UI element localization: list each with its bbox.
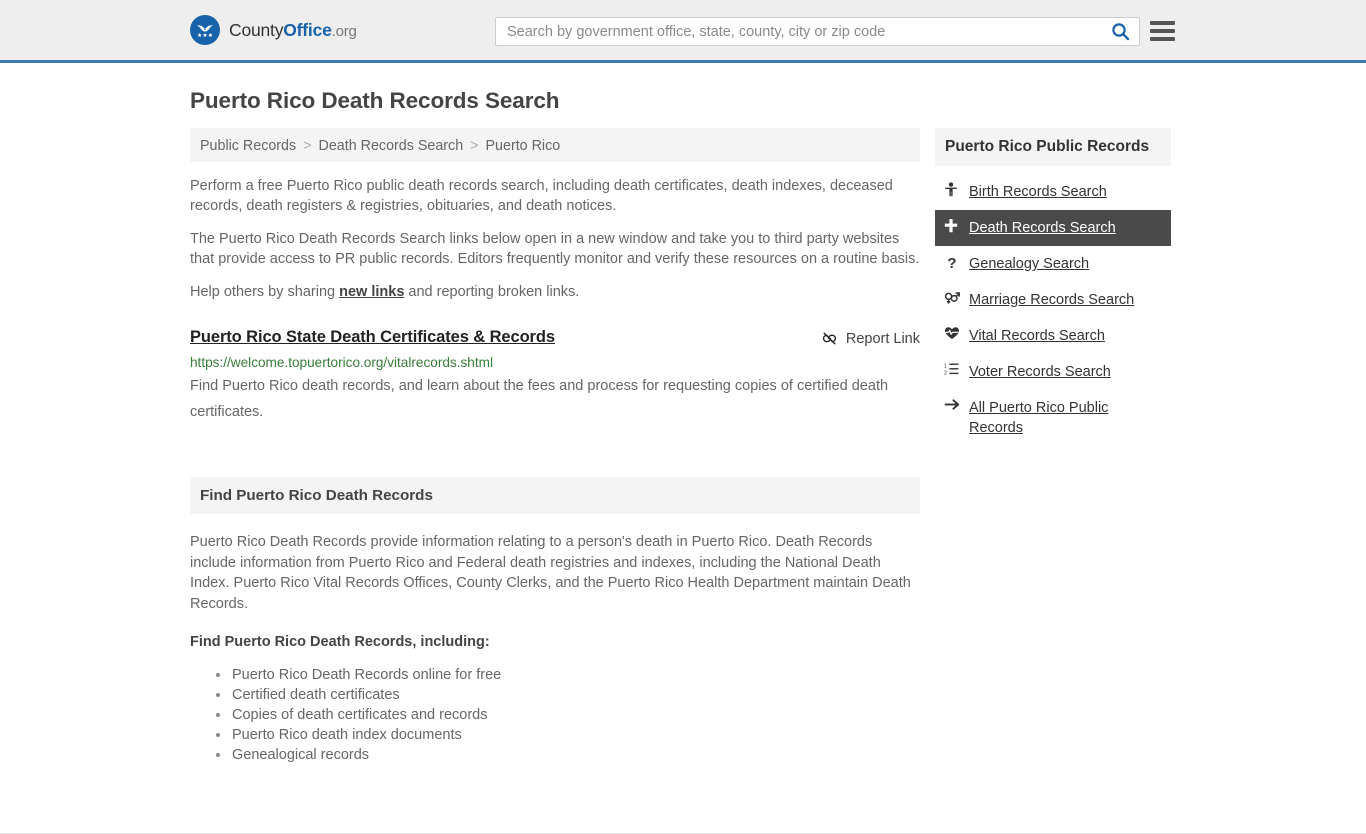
hamburger-menu-button[interactable]	[1150, 19, 1175, 43]
sidebar-item-label: Birth Records Search	[969, 184, 1107, 200]
content-columns: Public Records > Death Records Search > …	[190, 128, 1176, 765]
brand-wordmark: CountyOffice.org	[229, 20, 357, 41]
result-title-link[interactable]: Puerto Rico State Death Certificates & R…	[190, 328, 555, 347]
section-list-heading: Find Puerto Rico Death Records, includin…	[190, 634, 490, 650]
brand-part-office: Office	[283, 19, 332, 40]
baby-icon	[944, 182, 960, 197]
sidebar-item-birth-records-search[interactable]: Birth Records Search	[935, 174, 1171, 210]
hamburger-bar-2	[1150, 29, 1175, 33]
search-icon	[1111, 22, 1130, 41]
sidebar-item-label: Voter Records Search	[969, 364, 1111, 380]
intro-p3-after: and reporting broken links.	[404, 284, 580, 300]
sidebar-item-label: Death Records Search	[969, 220, 1116, 236]
result-header-row: Puerto Rico State Death Certificates & R…	[190, 328, 920, 347]
list-item: Puerto Rico death index documents	[214, 725, 920, 745]
sidebar-item-label: Marriage Records Search	[969, 292, 1135, 308]
question-mark-icon: ?	[947, 255, 957, 272]
hamburger-bar-1	[1150, 21, 1175, 25]
cross-plus-icon	[944, 218, 960, 233]
broken-link-icon	[821, 330, 838, 347]
sidebar-heading: Puerto Rico Public Records	[935, 128, 1171, 166]
sidebar-item-genealogy-search[interactable]: ? Genealogy Search	[935, 246, 1171, 282]
report-link-label: Report Link	[845, 330, 920, 347]
sidebar-item-death-records-search[interactable]: Death Records Search	[935, 210, 1171, 246]
records-list: Puerto Rico Death Records online for fre…	[190, 665, 920, 765]
intro-paragraph-2: The Puerto Rico Death Records Search lin…	[190, 231, 920, 267]
hamburger-bar-3	[1150, 37, 1175, 41]
section-body: Puerto Rico Death Records provide inform…	[190, 532, 920, 765]
result-description: Find Puerto Rico death records, and lear…	[190, 378, 889, 420]
new-links-link[interactable]: new links	[339, 284, 404, 300]
intro-p3-before: Help others by sharing	[190, 284, 340, 300]
arrow-right-icon	[944, 398, 960, 411]
sidebar-item-label: All Puerto Rico Public Records	[969, 400, 1109, 436]
sidebar-item-all-puerto-rico-public-records[interactable]: All Puerto Rico Public Records	[935, 390, 1171, 446]
breadcrumb-item-puerto-rico: Puerto Rico	[485, 138, 561, 154]
male-female-symbol-icon	[944, 290, 960, 305]
sidebar-item-label: Vital Records Search	[969, 328, 1105, 344]
svg-text:2: 2	[944, 371, 947, 376]
sidebar-item-voter-records-search[interactable]: 1 2 Voter Records Search	[935, 354, 1171, 390]
site-logo-link[interactable]: CountyOffice.org	[190, 15, 357, 45]
list-item: Puerto Rico Death Records online for fre…	[214, 665, 920, 685]
report-link-button[interactable]: Report Link	[821, 330, 920, 347]
sidebar-links: Birth Records Search Death Records Searc…	[935, 174, 1171, 446]
list-item: Genealogical records	[214, 745, 920, 765]
svg-text:1: 1	[944, 363, 947, 369]
heartbeat-icon	[944, 326, 960, 340]
section-paragraph: Puerto Rico Death Records provide inform…	[190, 534, 911, 612]
header-inner: CountyOffice.org	[0, 0, 1366, 60]
intro-text: Perform a free Puerto Rico public death …	[190, 176, 920, 302]
ordered-list-icon: 1 2	[944, 362, 960, 376]
brand-part-tld: .org	[331, 22, 357, 40]
intro-paragraph-1: Perform a free Puerto Rico public death …	[190, 178, 893, 214]
list-item: Copies of death certificates and records	[214, 705, 920, 725]
main-column: Public Records > Death Records Search > …	[190, 128, 920, 765]
list-item: Certified death certificates	[214, 685, 920, 705]
brand-part-county: County	[229, 19, 284, 40]
countyoffice-eagle-logo-icon	[190, 15, 220, 45]
site-header: CountyOffice.org	[0, 0, 1366, 63]
sidebar-item-vital-records-search[interactable]: Vital Records Search	[935, 318, 1171, 354]
intro-paragraph-3: Help others by sharing new links and rep…	[190, 282, 920, 302]
search-input[interactable]	[496, 18, 1101, 45]
find-records-section: Find Puerto Rico Death Records Puerto Ri…	[190, 477, 920, 765]
search-bar[interactable]	[495, 17, 1140, 46]
sidebar-item-label: Genealogy Search	[969, 256, 1090, 272]
search-submit-button[interactable]	[1101, 18, 1139, 45]
sidebar-item-marriage-records-search[interactable]: Marriage Records Search	[935, 282, 1171, 318]
breadcrumb: Public Records > Death Records Search > …	[190, 128, 920, 162]
page-container: Puerto Rico Death Records Search Public …	[0, 88, 1366, 834]
breadcrumb-separator-2: >	[470, 138, 479, 154]
result-block: Puerto Rico State Death Certificates & R…	[190, 328, 920, 425]
page-title: Puerto Rico Death Records Search	[190, 88, 560, 113]
breadcrumb-separator-1: >	[303, 138, 312, 154]
breadcrumb-item-death-records-search[interactable]: Death Records Search	[319, 138, 464, 154]
section-heading: Find Puerto Rico Death Records	[190, 477, 920, 514]
sidebar: Puerto Rico Public Records Birth Records…	[935, 128, 1171, 446]
result-url[interactable]: https://welcome.topuertorico.org/vitalre…	[190, 355, 920, 370]
breadcrumb-item-public-records[interactable]: Public Records	[200, 138, 296, 154]
